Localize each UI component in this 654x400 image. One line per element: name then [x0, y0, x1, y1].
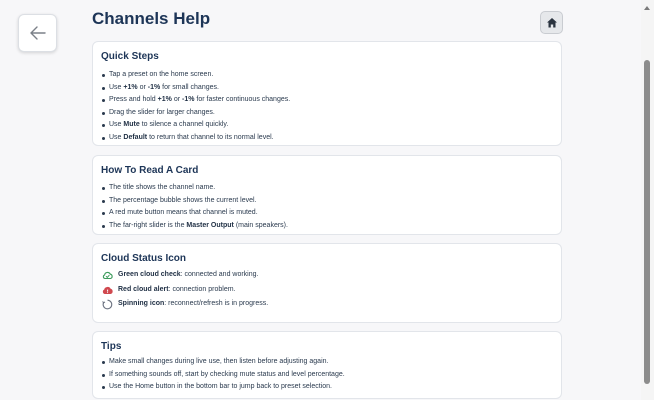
list-item: Use the Home button in the bottom bar to… — [101, 381, 555, 394]
list-item: Make small changes during live use, then… — [101, 356, 555, 369]
scrollbar[interactable] — [641, 0, 654, 400]
text-segment: or — [137, 83, 148, 91]
read-card-list: The title shows the channel name. The per… — [101, 182, 555, 232]
home-icon — [546, 17, 557, 27]
text-segment: Use — [109, 83, 124, 91]
page-title: Channels Help — [92, 9, 211, 28]
status-item: Spinning icon: reconnect/refresh is in p… — [101, 297, 555, 312]
tips-card: Tips Make small changes during live use,… — [92, 331, 562, 399]
status-item: Red cloud alert: connection problem. — [101, 283, 555, 298]
status-label: Green cloud check — [118, 271, 181, 278]
text-segment: Make small changes during live use, then… — [109, 358, 329, 365]
status-description: : connected and working. — [180, 271, 259, 278]
list-item: Use Mute to silence a channel quickly. — [101, 119, 555, 132]
text-segment: Use the Home button in the bottom bar to… — [109, 383, 332, 390]
text-segment: to return that channel to its normal lev… — [147, 133, 274, 141]
cloud-status-card: Cloud Status Icon Green cloud check: con… — [92, 243, 562, 323]
quick-steps-card: Quick Steps Tap a preset on the home scr… — [92, 41, 562, 146]
tips-title: Tips — [101, 341, 122, 352]
emphasis-text: -1% — [147, 83, 161, 91]
emphasis-text: Master Output — [186, 221, 234, 229]
quick-steps-title: Quick Steps — [101, 51, 159, 62]
emphasis-text: +1% — [123, 83, 138, 91]
list-item: Press and hold +1% or -1% for faster con… — [101, 94, 555, 107]
read-card-title: How To Read A Card — [101, 165, 199, 176]
list-item: If something sounds off, start by checki… — [101, 369, 555, 382]
list-item: Use +1% or -1% for small changes. — [101, 82, 555, 95]
scroll-up-arrow[interactable] — [644, 6, 650, 10]
cloud-status-title: Cloud Status Icon — [101, 253, 186, 264]
list-item: Drag the slider for larger changes. — [101, 107, 555, 120]
text-segment: Drag the slider for larger changes. — [109, 108, 215, 116]
status-label: Spinning icon — [118, 300, 165, 307]
arrow-left-icon — [29, 26, 46, 40]
list-item: The far-right slider is the Master Outpu… — [101, 220, 555, 233]
list-item: The percentage bubble shows the current … — [101, 195, 555, 208]
text-segment: The percentage bubble shows the current … — [109, 196, 257, 204]
list-item: The title shows the channel name. — [101, 182, 555, 195]
scroll-thumb[interactable] — [644, 60, 650, 384]
list-item: Use Default to return that channel to it… — [101, 132, 555, 145]
text-segment: The title shows the channel name. — [109, 184, 216, 191]
text-segment: Use — [109, 133, 124, 141]
home-button[interactable] — [540, 11, 563, 34]
text-segment: for small changes. — [160, 83, 219, 91]
text-segment: (main speakers). — [233, 221, 288, 229]
spinner-icon — [102, 299, 113, 310]
text-segment: Use — [109, 121, 124, 128]
emphasis-text: Mute — [123, 121, 140, 128]
status-description: : connection problem. — [168, 285, 236, 293]
text-segment: or — [171, 96, 182, 103]
list-item: A red mute button means that channel is … — [101, 207, 555, 220]
status-item: Green cloud check: connected and working… — [101, 268, 555, 283]
text-segment: If something sounds off, start by checki… — [109, 370, 345, 378]
status-label: Red cloud alert — [118, 285, 169, 293]
cloud-alert-icon — [102, 286, 113, 294]
text-segment: for faster continuous changes. — [194, 96, 291, 103]
cloud-check-icon — [102, 271, 113, 280]
text-segment: Tap a preset on the home screen. — [109, 71, 214, 78]
emphasis-text: -1% — [182, 96, 195, 103]
status-description: : reconnect/refresh is in progress. — [164, 300, 269, 307]
emphasis-text: Default — [123, 133, 148, 141]
text-segment: Press and hold — [109, 96, 158, 103]
tips-list: Make small changes during live use, then… — [101, 356, 555, 394]
text-segment: to silence a channel quickly. — [139, 121, 229, 128]
cloud-status-list: Green cloud check: connected and working… — [101, 268, 555, 312]
text-segment: The far-right slider is the — [109, 221, 187, 229]
emphasis-text: +1% — [157, 96, 172, 103]
text-segment: A red mute button means that channel is … — [109, 209, 258, 216]
list-item: Tap a preset on the home screen. — [101, 69, 555, 82]
read-card-card: How To Read A Card The title shows the c… — [92, 155, 562, 235]
quick-steps-list: Tap a preset on the home screen. Use +1% … — [101, 69, 555, 144]
back-button[interactable] — [18, 14, 57, 52]
